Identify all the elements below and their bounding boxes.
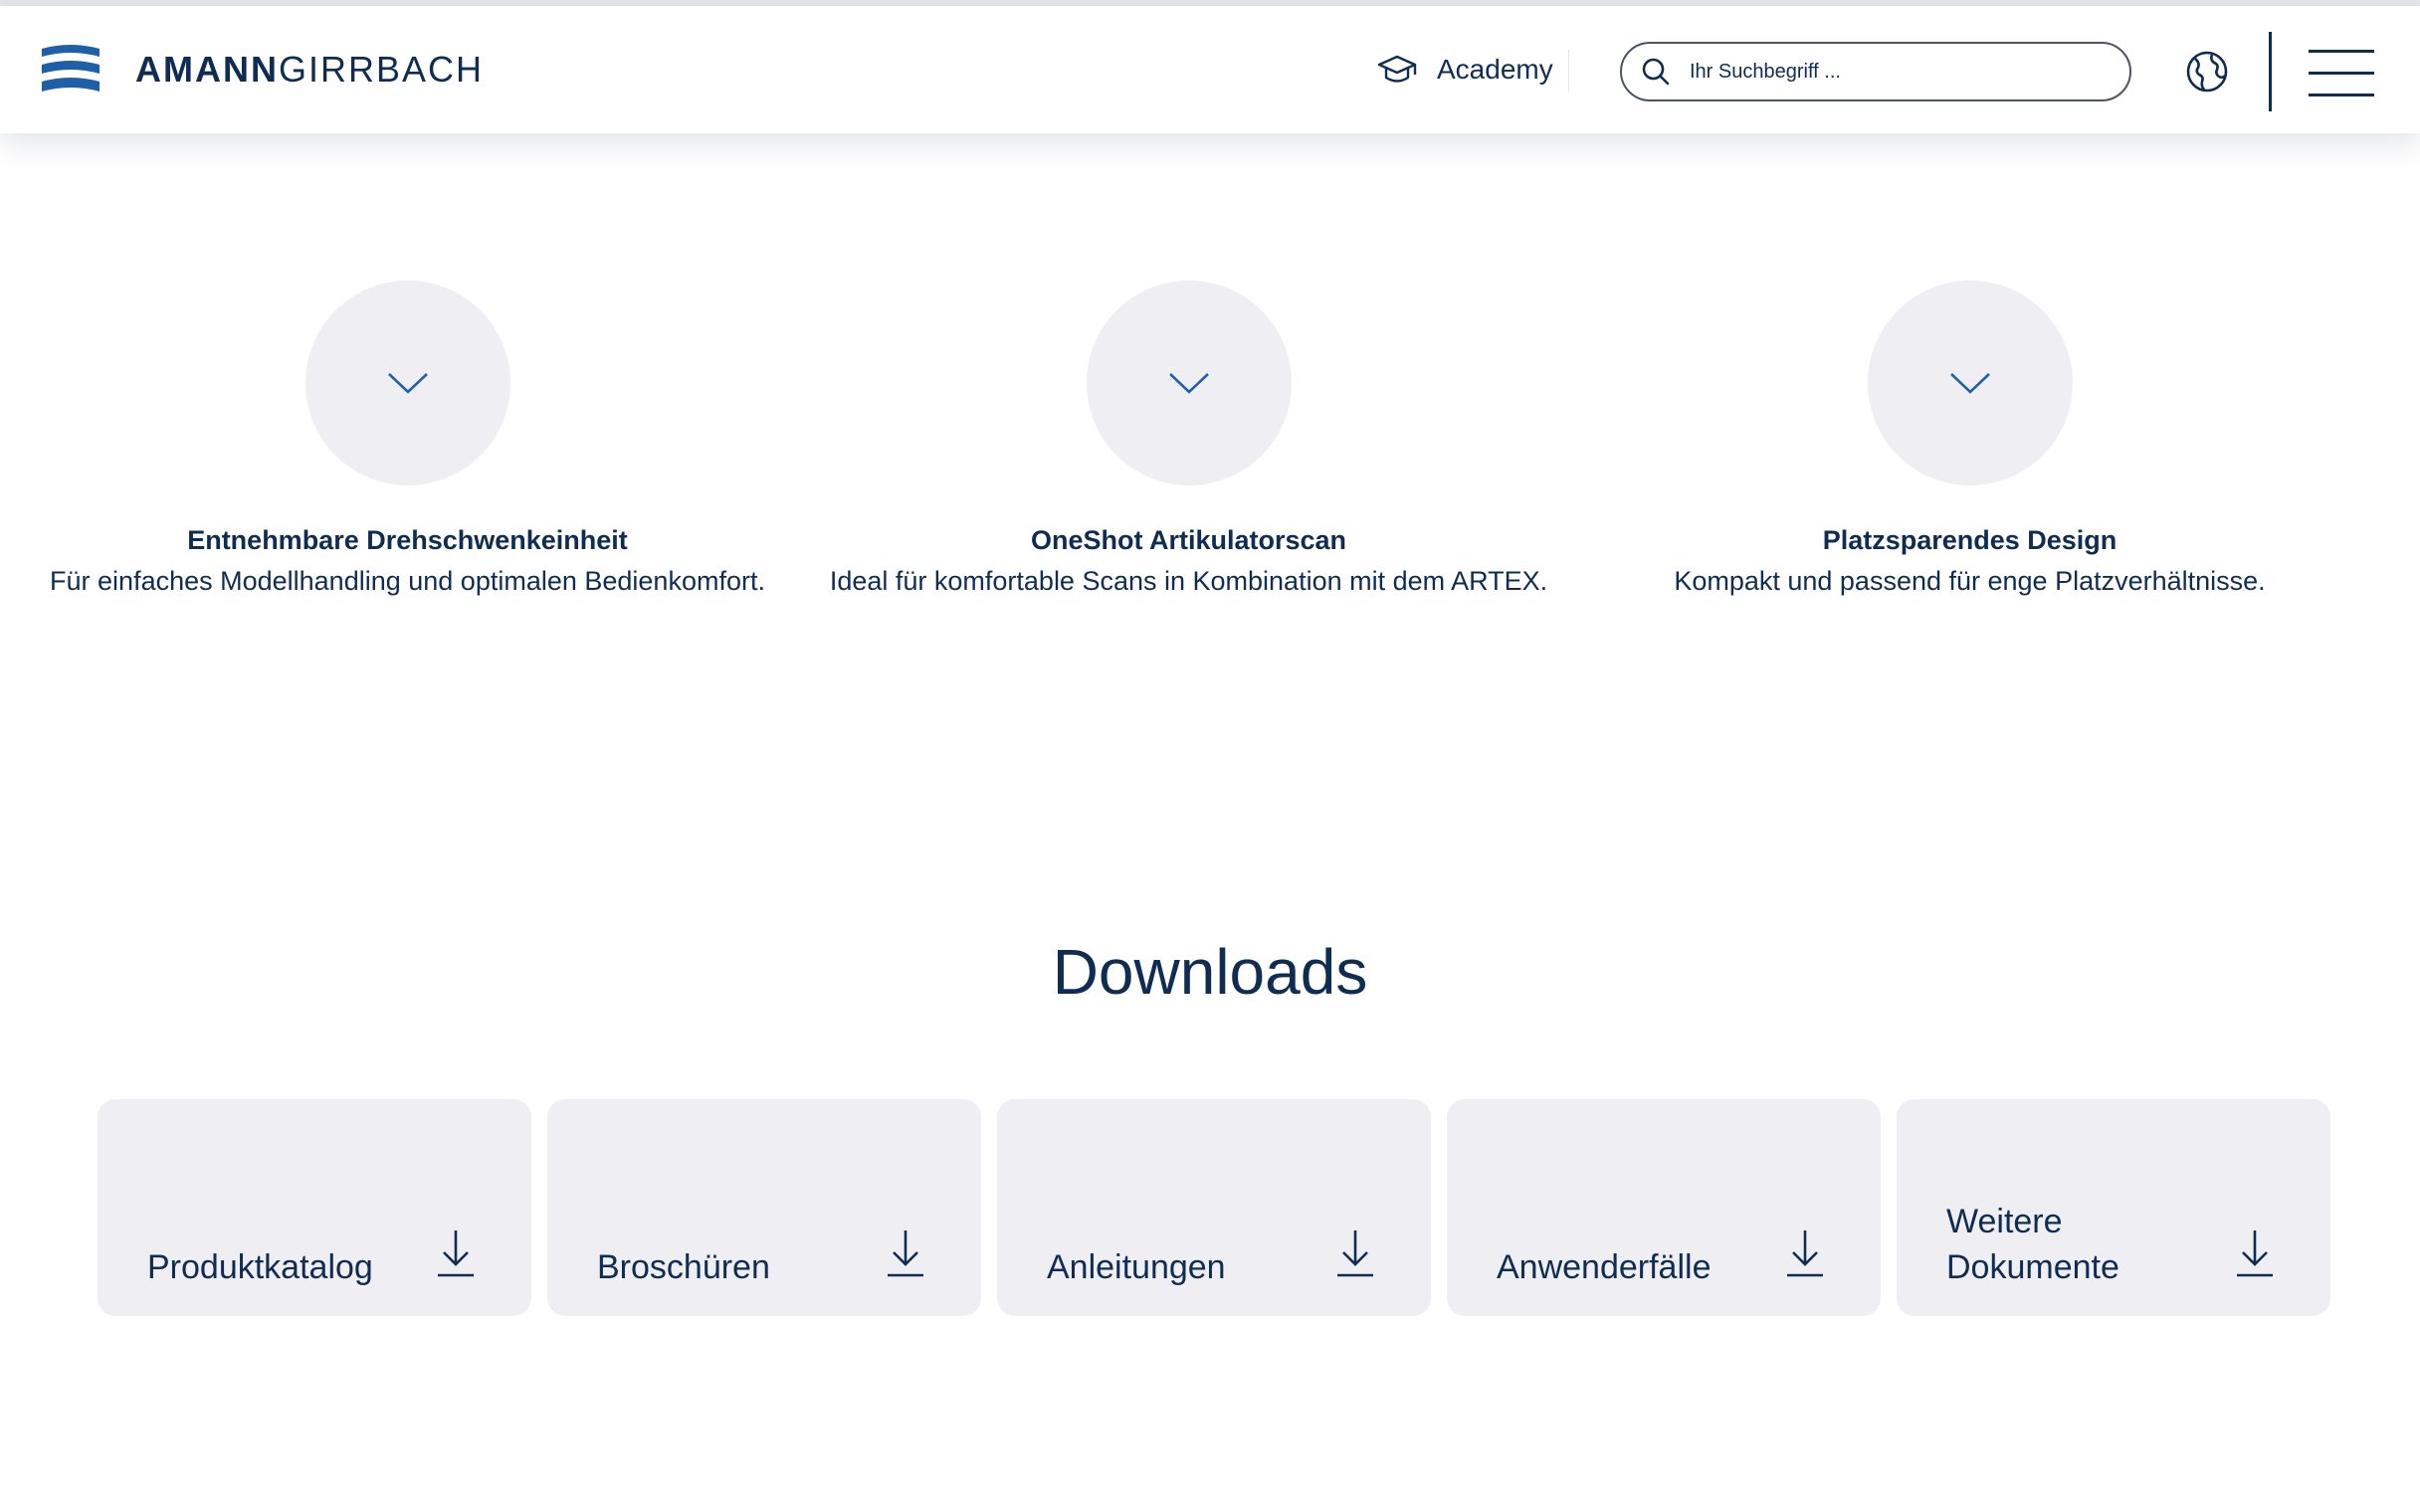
search-input[interactable]: [1688, 59, 2106, 85]
feature-expand-button[interactable]: [1867, 281, 2073, 485]
logo-text-light: GIRRBACH: [278, 49, 485, 90]
feature-expand-button[interactable]: [304, 281, 510, 485]
feature-title: OneShot Artikulatorscan: [1030, 525, 1347, 555]
chevron-down-icon: [1168, 373, 1209, 394]
download-icon: [888, 1230, 923, 1277]
feature-title: Platzsparendes Design: [1822, 525, 2118, 555]
download-card-label: Weitere Dokumente: [1946, 1203, 2119, 1286]
chevron-down-icon: [1949, 373, 1990, 394]
amanngirrbach-logo-icon: [42, 45, 100, 92]
globe-icon[interactable]: [2185, 50, 2229, 94]
feature-item: Platzsparendes Design Kompakt und passen…: [1579, 281, 2360, 597]
downloads-title: Downloads: [1052, 936, 1368, 1008]
chevron-down-icon: [387, 373, 428, 394]
logo-wordmark: AMANNGIRRBACH: [135, 49, 484, 91]
feature-item: OneShot Artikulatorscan Ideal für komfor…: [798, 281, 1579, 597]
feature-expand-button[interactable]: [1086, 281, 1292, 485]
download-card-anwenderfaelle[interactable]: Anwenderfälle: [1447, 1099, 1881, 1316]
search-box[interactable]: [1620, 42, 2131, 101]
academy-divider: [1568, 50, 1569, 92]
feature-title: Entnehmbare Drehschwenkeinheit: [187, 525, 628, 555]
feature-item: Entnehmbare Drehschwenkeinheit Für einfa…: [17, 281, 798, 597]
download-card-weitere-dokumente[interactable]: Weitere Dokumente: [1897, 1099, 2330, 1316]
academy-link[interactable]: Academy: [1377, 46, 1553, 94]
header-divider: [2269, 32, 2272, 111]
download-card-anleitungen[interactable]: Anleitungen: [997, 1099, 1431, 1316]
download-card-broschueren[interactable]: Broschüren: [547, 1099, 981, 1316]
feature-description: Ideal für komfortable Scans in Kombinati…: [829, 566, 1548, 596]
academy-label: Academy: [1437, 54, 1553, 85]
feature-description: Kompakt und passend für enge Platzverhäl…: [1674, 566, 2266, 596]
logo-text-bold: AMANN: [135, 49, 279, 90]
download-icon: [438, 1230, 474, 1277]
search-icon: [1642, 58, 1670, 86]
download-icon: [1337, 1230, 1373, 1277]
download-card-label: Anwenderfälle: [1497, 1248, 1712, 1286]
download-icon: [2237, 1230, 2273, 1277]
download-card-label: Anleitungen: [1047, 1248, 1226, 1286]
download-icon: [1787, 1230, 1823, 1277]
download-card-label: Produktkatalog: [147, 1248, 373, 1286]
logo[interactable]: AMANNGIRRBACH: [40, 42, 484, 97]
graduation-cap-icon: [1377, 55, 1417, 83]
download-card-produktkatalog[interactable]: Produktkatalog: [98, 1099, 531, 1316]
download-card-label: Broschüren: [597, 1248, 770, 1286]
site-header: AMANNGIRRBACH Academy: [0, 6, 2420, 133]
feature-description: Für einfaches Modellhandling und optimal…: [50, 566, 765, 596]
hamburger-menu-icon[interactable]: [2309, 48, 2374, 97]
